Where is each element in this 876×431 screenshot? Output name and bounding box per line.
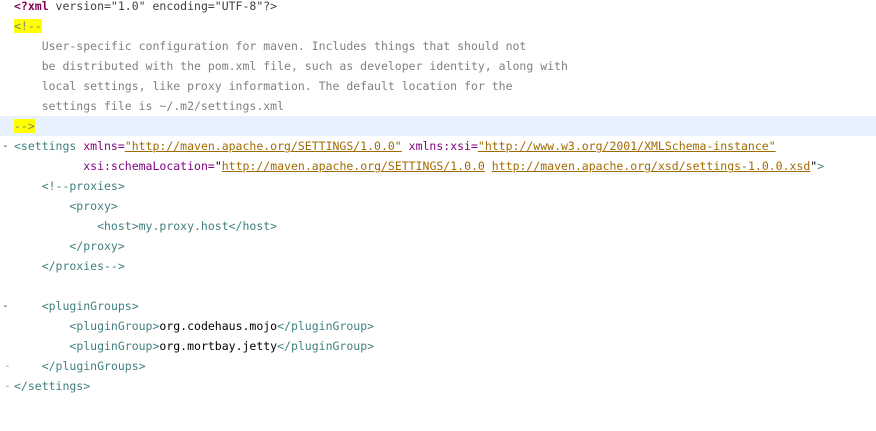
code-line-plugin-group-1[interactable]: <pluginGroup>org.codehaus.mojo</pluginGr… <box>0 316 876 336</box>
xmlns-xsi-value-link[interactable]: "http://www.w3.org/2001/XMLSchema-instan… <box>478 139 776 153</box>
plugin-groups-close-tag: </pluginGroups> <box>41 359 146 373</box>
code-line-empty[interactable] <box>0 276 876 296</box>
code-line-comment-4[interactable]: settings file is ~/.m2/settings.xml <box>0 96 876 116</box>
code-line-proxies-4[interactable]: </proxy> <box>0 236 876 256</box>
code-line-settings-open[interactable]: - <settings xmlns="http://maven.apache.o… <box>0 136 876 156</box>
xml-editor[interactable]: <?xml version="1.0" encoding="UTF-8"?> <… <box>0 0 876 431</box>
xmlns-attribute: xmlns= <box>76 139 125 153</box>
plugin-group-open-tag: <pluginGroup> <box>69 319 160 333</box>
plugin-group-close-tag: </pluginGroup> <box>277 319 375 333</box>
plugin-group-value: org.mortbay.jetty <box>159 339 278 353</box>
schema-location-attribute: xsi:schemaLocation= <box>83 159 215 173</box>
xmlns-value-link[interactable]: "http://maven.apache.org/SETTINGS/1.0.0" <box>125 139 402 153</box>
code-line-proxies-1[interactable]: <!--proxies> <box>0 176 876 196</box>
code-line-comment-2[interactable]: be distributed with the pom.xml file, su… <box>0 56 876 76</box>
code-line-plugin-group-2[interactable]: <pluginGroup>org.mortbay.jetty</pluginGr… <box>0 336 876 356</box>
comment-text-line: User-specific configuration for maven. I… <box>14 39 527 53</box>
code-line-comment-1[interactable]: User-specific configuration for maven. I… <box>0 36 876 56</box>
plugin-group-value: org.codehaus.mojo <box>159 319 278 333</box>
comment-text-line: local settings, like proxy information. … <box>14 79 513 93</box>
code-line-xml-decl[interactable]: <?xml version="1.0" encoding="UTF-8"?> <box>0 0 876 16</box>
xml-decl-attributes: version="1.0" encoding="UTF-8"?> <box>48 0 278 13</box>
proxies-comment-line: <proxy> <box>14 199 118 213</box>
settings-close-tag: </settings> <box>14 379 91 393</box>
code-line-proxies-3[interactable]: <host>my.proxy.host</host> <box>0 216 876 236</box>
proxies-comment-line: <host>my.proxy.host</host> <box>14 219 278 233</box>
schema-url-2-link[interactable]: http://maven.apache.org/xsd/settings-1.0… <box>492 159 811 173</box>
schema-url-1-link[interactable]: http://maven.apache.org/SETTINGS/1.0.0 <box>222 159 485 173</box>
proxies-comment-line: </proxies--> <box>14 259 125 273</box>
xml-decl-keyword: <?xml <box>14 0 49 13</box>
code-line-schema-location[interactable]: xsi:schemaLocation="http://maven.apache.… <box>0 156 876 176</box>
fold-end-marker-icon: - <box>4 359 11 372</box>
fold-collapse-icon[interactable]: - <box>2 136 9 156</box>
comment-text-line: settings file is ~/.m2/settings.xml <box>14 99 285 113</box>
plugin-groups-open-tag: <pluginGroups> <box>41 299 139 313</box>
code-line-comment-3[interactable]: local settings, like proxy information. … <box>0 76 876 96</box>
quote: " <box>214 159 222 173</box>
proxies-comment-line: <!--proxies> <box>14 179 125 193</box>
code-line-comment-open[interactable]: <!-- <box>0 16 876 36</box>
fold-end-marker-icon: - <box>4 379 11 392</box>
code-line-proxies-5[interactable]: </proxies--> <box>0 256 876 276</box>
plugin-group-open-tag: <pluginGroup> <box>69 339 160 353</box>
code-line-plugin-groups-open[interactable]: - <pluginGroups> <box>0 296 876 316</box>
code-line-proxies-2[interactable]: <proxy> <box>0 196 876 216</box>
proxies-comment-line: </proxy> <box>14 239 125 253</box>
comment-open-highlight: <!-- <box>14 19 42 33</box>
xmlns-xsi-attribute: xmlns:xsi= <box>401 139 478 153</box>
settings-tag-open: <settings <box>14 139 77 153</box>
comment-text-line: be distributed with the pom.xml file, su… <box>14 59 568 73</box>
settings-tag-close-bracket: > <box>817 159 825 173</box>
code-line-settings-close[interactable]: - </settings> <box>0 376 876 396</box>
plugin-group-close-tag: </pluginGroup> <box>277 339 375 353</box>
code-line-comment-close[interactable]: --> <box>0 116 876 136</box>
comment-close-highlight: --> <box>14 119 35 133</box>
code-line-plugin-groups-close[interactable]: - </pluginGroups> <box>0 356 876 376</box>
fold-collapse-icon[interactable]: - <box>2 296 9 316</box>
